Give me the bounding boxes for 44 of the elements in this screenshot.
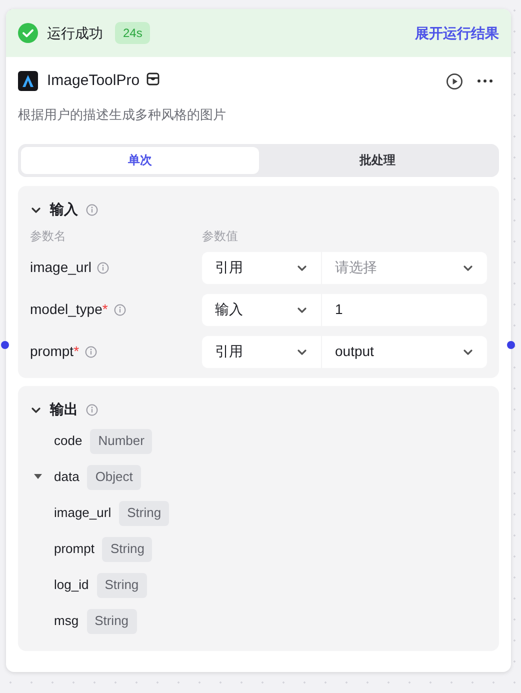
connection-port[interactable]	[507, 341, 515, 349]
info-icon	[97, 262, 110, 274]
type-tag: String	[96, 572, 147, 598]
type-tag: Number	[90, 428, 152, 454]
info-icon	[86, 404, 98, 416]
more-icon[interactable]	[477, 79, 493, 83]
field-name: image_url	[54, 504, 112, 522]
connection-port[interactable]	[1, 341, 9, 349]
param-name: prompt*	[30, 342, 80, 361]
param-name: image_url	[30, 258, 92, 277]
info-icon	[114, 304, 126, 316]
param-name: model_type*	[30, 300, 108, 319]
app-logo-icon	[18, 71, 38, 91]
column-header: 参数名	[30, 228, 67, 244]
type-tag: String	[86, 608, 137, 634]
mode-select[interactable]: 引用	[202, 336, 321, 368]
value-input[interactable]: 1	[322, 294, 487, 326]
field-name: msg	[54, 612, 79, 630]
mode-tab[interactable]: 批处理	[258, 146, 496, 174]
section-title: 输入	[50, 200, 78, 219]
field-name: prompt	[54, 540, 94, 558]
type-tag: String	[102, 536, 152, 562]
info-icon	[86, 204, 98, 216]
field-name: log_id	[54, 576, 89, 594]
mode-select[interactable]: 引用	[202, 252, 321, 284]
field-name: code	[54, 432, 82, 450]
status-text: 运行成功	[47, 24, 103, 42]
type-tag: String	[119, 500, 170, 526]
column-header: 参数值	[202, 228, 238, 244]
section-title: 输出	[50, 400, 78, 419]
success-icon	[18, 23, 38, 43]
store-icon	[146, 72, 160, 86]
mode-select[interactable]: 输入	[202, 294, 321, 326]
node-title: ImageToolPro	[47, 70, 140, 91]
duration-badge: 24s	[115, 22, 150, 44]
run-icon[interactable]	[446, 72, 463, 90]
type-tag: Object	[87, 464, 141, 490]
caret-icon[interactable]	[33, 473, 43, 481]
value-select[interactable]: output	[322, 336, 487, 368]
node-description: 根据用户的描述生成多种风格的图片	[18, 106, 227, 124]
expand-results-link[interactable]: 展开运行结果	[415, 22, 499, 44]
field-name: data	[54, 468, 80, 486]
mode-tab[interactable]: 单次	[21, 146, 258, 174]
info-icon	[85, 346, 98, 358]
